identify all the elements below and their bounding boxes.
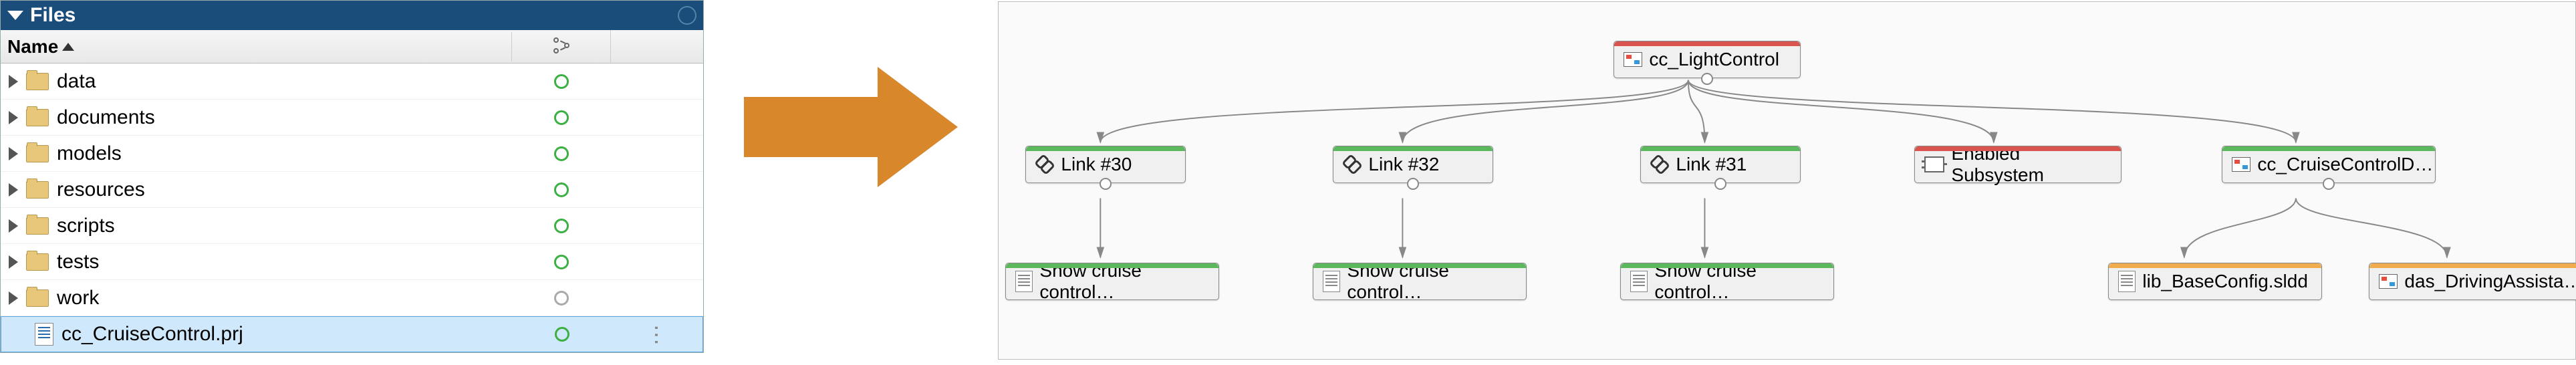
port-icon [2323,178,2335,190]
tree-item-label: work [57,287,99,310]
node-label: cc_LightControl [1649,49,1779,70]
tree-row-project-file[interactable]: cc_CruiseControl.prj ⋯ [1,316,703,352]
gear-icon[interactable] [678,6,696,25]
document-icon [1015,271,1033,292]
port-icon [1407,178,1419,190]
tree-item-label: models [57,142,122,165]
status-dot-green [555,327,569,342]
node-cc-lightcontrol[interactable]: cc_LightControl [1614,41,1801,78]
panel-header: Files [1,1,703,30]
column-header-git[interactable] [512,30,611,63]
folder-icon [26,109,49,126]
status-dot-green [554,219,569,233]
node-label: Link #31 [1676,154,1747,175]
collapse-icon[interactable] [7,11,23,20]
folder-icon [26,181,49,199]
node-label: Link #32 [1368,154,1439,175]
model-icon [1624,52,1642,67]
tree-row-work[interactable]: work [1,280,703,316]
tree-row-scripts[interactable]: scripts [1,208,703,244]
node-lib-baseconfig[interactable]: lib_BaseConfig.sldd [2108,263,2322,300]
column-header-extra [611,30,703,63]
tree-item-label: data [57,70,96,93]
tree-row-documents[interactable]: documents [1,100,703,136]
folder-icon [26,73,49,90]
tree-item-label: resources [57,178,145,201]
expander-icon[interactable] [9,219,18,233]
tree-row-tests[interactable]: tests [1,244,703,280]
status-dot-green [554,182,569,197]
tree-row-models[interactable]: models [1,136,703,172]
arrow-indicator [744,67,958,187]
node-das-drivingassist[interactable]: das_DrivingAssista… [2369,263,2576,300]
node-link-32[interactable]: Link #32 [1333,146,1493,183]
model-icon [2379,274,2398,289]
node-label: das_DrivingAssista… [2404,271,2576,292]
tree-item-label: scripts [57,215,115,237]
document-icon [1630,271,1648,292]
column-name-label: Name [7,36,58,57]
column-headers: Name [1,30,703,64]
status-dot-gray [554,291,569,306]
tree-item-label: cc_CruiseControl.prj [61,323,243,346]
files-panel: Files Name data [0,0,704,353]
node-show-cruise-1[interactable]: Show cruise control… [1005,263,1219,300]
more-icon[interactable]: ⋯ [646,324,668,344]
column-header-name[interactable]: Name [1,32,512,62]
tree-row-resources[interactable]: resources [1,172,703,208]
node-enabled-subsystem[interactable]: Enabled Subsystem [1914,146,2121,183]
expander-icon[interactable] [9,111,18,124]
node-show-cruise-3[interactable]: Show cruise control… [1620,263,1834,300]
folder-icon [26,289,49,307]
subsystem-icon [1924,156,1944,172]
port-icon [1714,178,1726,190]
folder-icon [26,253,49,271]
expander-icon[interactable] [9,147,18,160]
expander-icon[interactable] [9,75,18,88]
node-label: Link #30 [1061,154,1132,175]
status-dot-green [554,110,569,125]
port-icon [1100,178,1112,190]
sort-asc-icon [62,43,74,51]
tree-item-label: documents [57,106,155,129]
status-dot-green [554,74,569,89]
link-icon [1343,155,1362,174]
node-label: cc_CruiseControlD… [2257,154,2433,175]
model-icon [2232,157,2250,172]
folder-icon [26,145,49,162]
document-icon [2118,271,2136,292]
node-cc-cruisecontrol-d[interactable]: cc_CruiseControlD… [2222,146,2436,183]
dependency-diagram[interactable]: cc_LightControl Link #30 Link #32 Link #… [998,1,2576,360]
expander-icon[interactable] [9,183,18,197]
git-branch-icon [552,37,571,56]
folder-icon [26,217,49,235]
tree-row-data[interactable]: data [1,64,703,100]
status-dot-green [554,255,569,269]
tree-item-label: tests [57,251,99,273]
link-icon [1650,155,1669,174]
expander-icon[interactable] [9,255,18,269]
port-icon [1701,73,1713,85]
file-icon [35,323,53,346]
status-dot-green [554,146,569,161]
node-label: lib_BaseConfig.sldd [2142,271,2308,292]
link-icon [1035,155,1054,174]
node-link-30[interactable]: Link #30 [1025,146,1186,183]
panel-title: Files [30,4,76,27]
expander-icon[interactable] [9,291,18,305]
document-icon [1323,271,1340,292]
node-link-31[interactable]: Link #31 [1640,146,1801,183]
node-show-cruise-2[interactable]: Show cruise control… [1313,263,1527,300]
